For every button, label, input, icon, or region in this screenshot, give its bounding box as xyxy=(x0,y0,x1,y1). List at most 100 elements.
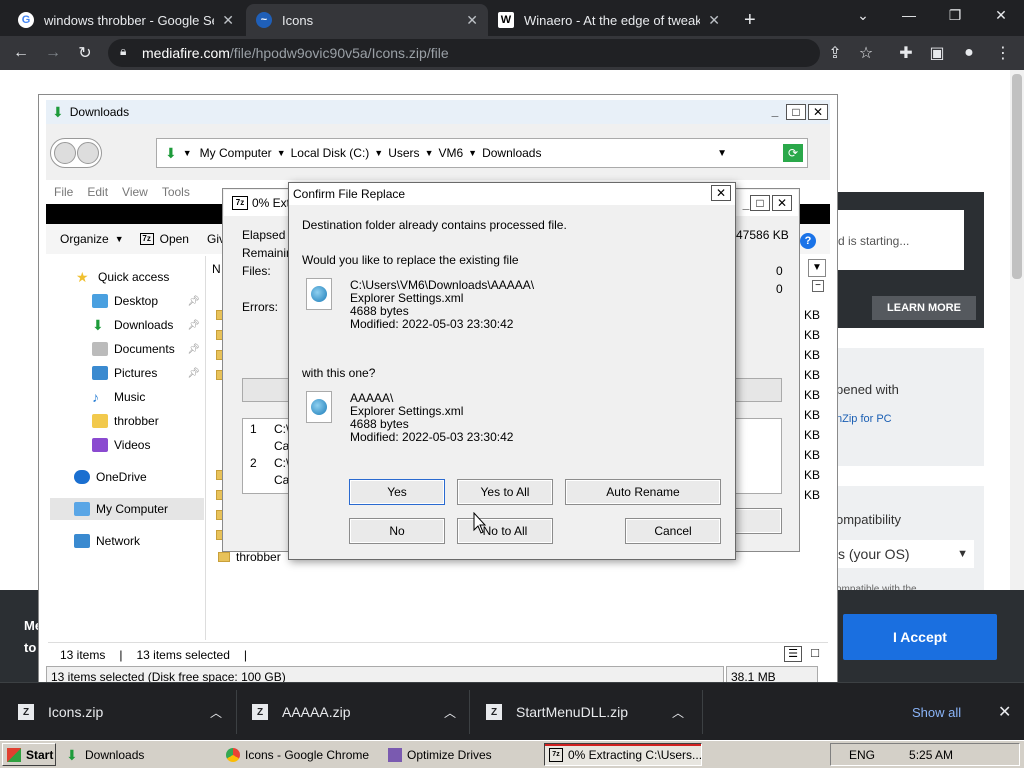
reload-icon[interactable]: ↻ xyxy=(72,40,98,66)
close-icon[interactable]: ✕ xyxy=(808,104,828,120)
accept-button[interactable]: I Accept xyxy=(843,614,997,660)
help-icon[interactable]: ? xyxy=(800,233,816,249)
breadcrumb-vm6[interactable]: VM6 xyxy=(438,146,463,160)
chevron-up-icon[interactable]: ︿ xyxy=(444,704,456,721)
confirm-titlebar: Confirm File Replace xyxy=(289,183,735,205)
menu-file[interactable]: File xyxy=(54,185,73,199)
language-indicator[interactable]: ENG xyxy=(849,748,875,762)
back-icon[interactable]: ← xyxy=(8,40,34,66)
menu-tools[interactable]: Tools xyxy=(162,185,190,199)
share-icon[interactable]: ⇪ xyxy=(822,40,848,66)
explorer-menu: File Edit View Tools xyxy=(54,185,190,199)
nav-downloads[interactable]: ⬇ Downloads 📌︎ xyxy=(92,314,200,336)
size-kb: KB xyxy=(804,408,821,422)
no-button[interactable]: No xyxy=(349,518,445,544)
taskbar-item-downloads[interactable]: ⬇ Downloads xyxy=(62,743,218,766)
menu-view[interactable]: View xyxy=(122,185,148,199)
forward-icon[interactable]: → xyxy=(40,40,66,66)
breadcrumb-users[interactable]: Users xyxy=(388,146,419,160)
close-icon[interactable]: ✕ xyxy=(708,12,720,29)
nav-documents[interactable]: Documents 📌︎ xyxy=(92,338,200,360)
compat-card xyxy=(836,486,984,590)
menu-icon[interactable]: ⋮ xyxy=(990,40,1016,66)
address-bar[interactable]: 🔒︎ mediafire.com/file/hpodw9ovic90v5a/Ic… xyxy=(108,39,820,67)
defrag-icon xyxy=(388,747,402,762)
close-icon[interactable]: ✕ xyxy=(466,12,478,29)
download-item-aaaaa[interactable]: Z AAAAA.zip ︿ xyxy=(252,690,466,734)
learn-more-button[interactable]: LEARN MORE xyxy=(872,296,976,320)
breadcrumb-my-computer[interactable]: My Computer xyxy=(200,146,272,160)
breadcrumb[interactable]: ⬇ ▼ My Computer ▼ Local Disk (C:) ▼ Users ▼… xyxy=(156,138,808,168)
new-tab-button[interactable]: + xyxy=(734,4,764,36)
tiles-view-icon[interactable]: □ xyxy=(806,646,824,662)
refresh-icon[interactable]: ⟳ xyxy=(783,144,803,162)
download-item-icons[interactable]: Z Icons.zip ︿ xyxy=(18,690,232,734)
pictures-icon xyxy=(92,366,108,380)
chrome-icon xyxy=(226,747,240,762)
yes-to-all-button[interactable]: Yes to All xyxy=(457,479,553,505)
bookmark-star-icon[interactable]: ☆ xyxy=(853,40,879,66)
breadcrumb-local-disk[interactable]: Local Disk (C:) xyxy=(291,146,370,160)
taskbar-item-chrome[interactable]: Icons - Google Chrome xyxy=(222,743,378,766)
side-panel-icon[interactable]: ▣ xyxy=(924,40,950,66)
profile-icon[interactable]: ● xyxy=(956,40,982,66)
menu-edit[interactable]: Edit xyxy=(87,185,108,199)
close-downloads-icon[interactable]: ✕ xyxy=(998,690,1011,734)
maximize-icon[interactable]: □ xyxy=(750,195,770,211)
music-icon: ♪ xyxy=(92,389,99,405)
nav-network[interactable]: Network xyxy=(74,530,140,552)
start-button[interactable]: Start xyxy=(2,743,56,766)
yes-button[interactable]: Yes xyxy=(349,479,445,505)
minimize-icon[interactable]: _ xyxy=(765,104,785,120)
chevron-up-icon[interactable]: ︿ xyxy=(210,704,222,721)
pin-icon: 📌︎ xyxy=(187,319,200,331)
nav-onedrive[interactable]: OneDrive xyxy=(74,466,147,488)
download-item-startmenudll[interactable]: Z StartMenuDLL.zip ︿ xyxy=(486,690,700,734)
maximize-icon[interactable]: □ xyxy=(786,104,806,120)
details-view-icon[interactable]: ☰ xyxy=(784,646,802,662)
close-icon[interactable]: ✕ xyxy=(222,12,234,29)
organize-button[interactable]: Organize xyxy=(60,232,109,246)
nav-videos[interactable]: Videos xyxy=(92,434,150,456)
nav-pictures[interactable]: Pictures 📌︎ xyxy=(92,362,200,384)
winzip-link[interactable]: nZip for PC xyxy=(836,413,892,425)
tab-google-search[interactable]: G windows throbber - Google Sear ✕ xyxy=(8,4,244,36)
close-window-icon[interactable]: ✕ xyxy=(978,0,1024,30)
extensions-icon[interactable]: ✚ xyxy=(893,40,919,66)
chevron-up-icon[interactable]: ︿ xyxy=(672,704,684,721)
cancel-button[interactable]: Cancel xyxy=(625,518,721,544)
minimize-icon[interactable]: — xyxy=(886,0,932,30)
os-select[interactable]: s (your OS) ▼ xyxy=(836,540,974,568)
size-kb: KB xyxy=(804,428,821,442)
nav-music[interactable]: ♪ Music xyxy=(92,386,145,408)
taskbar-item-extracting[interactable]: 7z 0% Extracting C:\Users... xyxy=(544,743,702,766)
total-size: 47586 KB xyxy=(736,228,789,242)
show-all-link[interactable]: Show all xyxy=(912,690,961,734)
nav-my-computer[interactable]: My Computer xyxy=(50,498,204,520)
column-name-header[interactable]: N xyxy=(212,262,221,276)
tab-winaero[interactable]: W Winaero - At the edge of tweakin ✕ xyxy=(488,4,730,36)
taskbar-item-optimize[interactable]: Optimize Drives xyxy=(384,743,540,766)
clock[interactable]: 5:25 AM xyxy=(909,748,953,762)
nav-quick-access[interactable]: ★ Quick access xyxy=(76,266,169,288)
download-arrow-icon: ⬇ xyxy=(165,144,177,161)
open-button[interactable]: Open xyxy=(160,232,189,246)
file-row-throbber[interactable]: throbber xyxy=(218,550,281,564)
nav-desktop[interactable]: Desktop 📌︎ xyxy=(92,290,200,312)
dropdown-arrow-icon[interactable]: ▼ xyxy=(717,148,727,159)
close-icon[interactable]: ✕ xyxy=(711,185,731,201)
auto-rename-button[interactable]: Auto Rename xyxy=(565,479,721,505)
restore-icon[interactable]: ❐ xyxy=(932,0,978,30)
videos-icon xyxy=(92,438,108,452)
tab-search-icon[interactable]: ⌄ xyxy=(840,0,886,30)
zip-file-icon: Z xyxy=(486,704,502,720)
nav-throbber[interactable]: throbber xyxy=(92,410,159,432)
column-dropdown-icon[interactable]: ▼ xyxy=(808,259,826,277)
close-icon[interactable]: ✕ xyxy=(772,195,792,211)
7zip-icon: 7z xyxy=(549,747,563,762)
download-arrow-icon: ⬇ xyxy=(52,103,64,120)
collapse-icon[interactable]: − xyxy=(812,280,824,292)
tab-icons[interactable]: ~ Icons ✕ xyxy=(246,4,488,36)
breadcrumb-downloads[interactable]: Downloads xyxy=(482,146,541,160)
back-forward-buttons[interactable] xyxy=(50,138,102,168)
